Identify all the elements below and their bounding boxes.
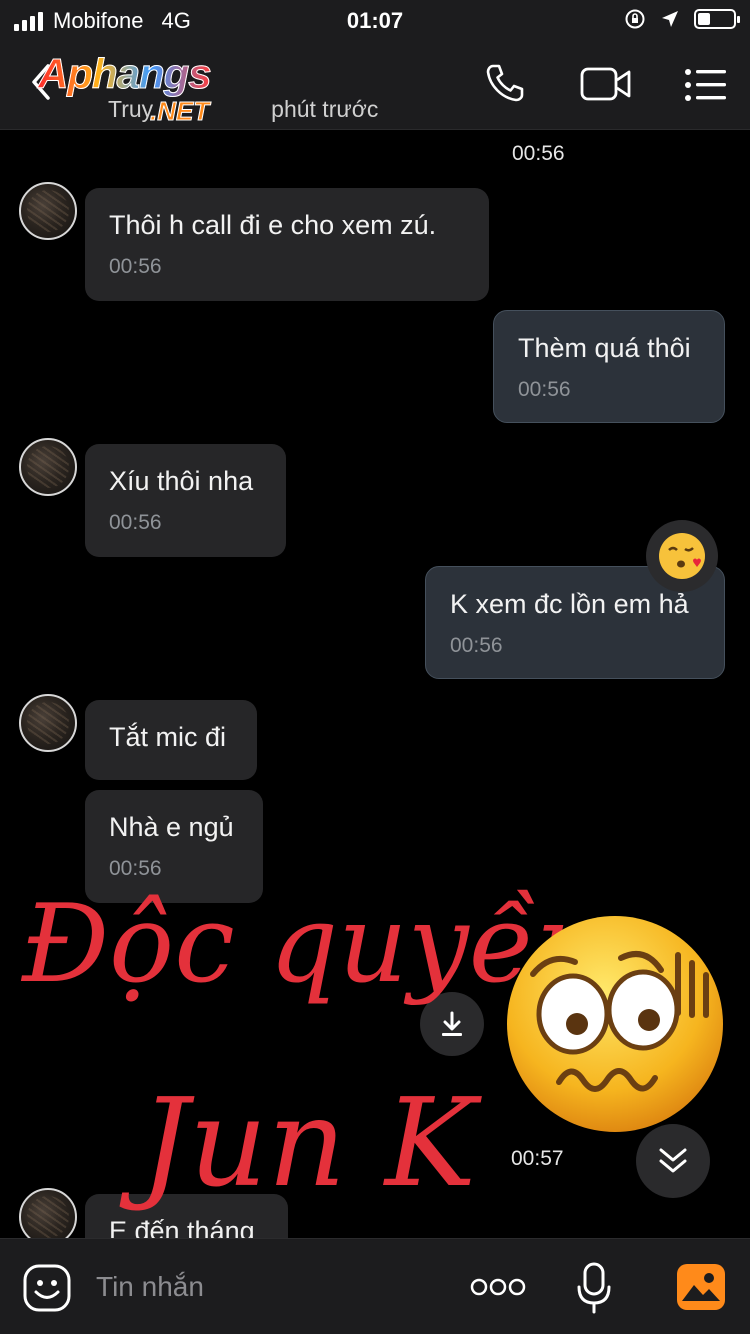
orientation-lock-icon [625,9,645,29]
message-text: K xem đc lồn em hả [450,589,689,619]
kissing-face-emoji-icon [659,533,705,579]
status-bar: Mobifone 4G 01:07 [0,0,750,40]
last-active-status: Truy phút trước [108,96,379,122]
video-call-icon[interactable] [580,66,632,102]
watermark-logo: Aphangs [38,50,213,98]
message-text: Nhà e ngủ [109,812,234,842]
message-text: Tắt mic đi [109,722,227,752]
more-options-icon[interactable] [470,1277,526,1297]
message-bubble-incoming[interactable]: Xíu thôi nha 00:56 [85,444,286,557]
message-time: 00:56 [518,378,571,401]
message-bubble-incoming[interactable]: Tắt mic đi [85,700,257,780]
message-text: Thôi h call đi e cho xem zú. [109,210,437,240]
message-text: Xíu thôi nha [109,466,254,496]
message-input[interactable]: Tin nhắn [96,1271,204,1303]
menu-icon[interactable] [684,68,728,102]
message-bubble-incoming[interactable]: Thôi h call đi e cho xem zú. 00:56 [85,188,489,301]
location-arrow-icon [662,11,678,27]
phone-icon[interactable] [484,62,526,104]
microphone-icon[interactable] [576,1261,612,1315]
watermark-logo-suffix: .NET [149,96,210,127]
message-bubble-outgoing[interactable]: Thèm quá thôi 00:56 [493,310,725,423]
sticker-icon[interactable] [22,1263,72,1313]
avatar[interactable] [19,694,77,752]
avatar[interactable] [19,438,77,496]
message-input-bar: Tin nhắn [0,1238,750,1334]
message-reaction[interactable] [646,520,718,592]
battery-icon [694,9,740,29]
double-chevron-down-icon [659,1148,687,1173]
message-timestamp: 00:57 [511,1147,564,1170]
message-timestamp: 00:56 [512,142,565,165]
avatar[interactable] [19,182,77,240]
message-text: Thèm quá thôi [518,333,691,363]
worried-face-emoji-icon [507,916,723,1132]
message-time: 00:56 [109,255,162,278]
message-time: 00:56 [109,511,162,534]
message-time: 00:56 [109,857,162,880]
message-text: E đến tháng [109,1216,255,1238]
chat-header: Truy phút trước Aphangs .NET [0,40,750,130]
watermark-text: Jun K [140,1072,476,1214]
gallery-icon[interactable] [676,1263,726,1311]
download-icon [442,1011,462,1036]
message-time: 00:56 [450,634,503,657]
